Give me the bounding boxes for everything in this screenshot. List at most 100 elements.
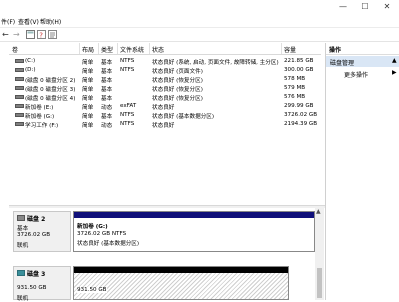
- volume-layout: 简单: [82, 60, 94, 66]
- table-row[interactable]: (磁盘 0 磁盘分区 4) 简单 基本 状态良好 (恢复分区) 576 MB: [9, 93, 321, 102]
- operations-panel: 操作 磁盘管理 ▲ 更多操作 ▶: [325, 43, 399, 300]
- volume-name: 学习工作 (F:): [25, 123, 59, 129]
- volume-icon: [15, 77, 24, 81]
- menu-view[interactable]: 查看(V): [18, 17, 39, 26]
- more-actions-link[interactable]: 更多操作: [344, 70, 368, 79]
- column-header-status[interactable]: 状态: [152, 45, 164, 54]
- disk-label[interactable]: 磁盘 3 931.50 GB 联机: [13, 266, 71, 302]
- volume-layout: 简单: [82, 69, 94, 75]
- volume-capacity: 221.85 GB: [284, 58, 314, 64]
- column-header-capacity[interactable]: 容量: [284, 45, 296, 54]
- volume-type: 基本: [101, 114, 113, 120]
- disk-size: 3726.02 GB: [17, 232, 51, 238]
- volume-layout: 简单: [82, 87, 94, 93]
- menu-help[interactable]: 帮助(H): [40, 17, 61, 26]
- table-row[interactable]: (磁盘 0 磁盘分区 3) 简单 基本 状态良好 (恢复分区) 579 MB: [9, 84, 321, 93]
- partition-size: 3726.02 GB NTFS: [77, 231, 127, 237]
- table-row[interactable]: 学习工作 (F:) 简单 动态 NTFS 状态良好 2194.39 GB: [9, 120, 321, 129]
- volume-name: (D:): [25, 67, 36, 73]
- vertical-scrollbar[interactable]: ▲: [315, 208, 324, 300]
- volume-type: 动态: [101, 105, 113, 111]
- volume-status: 状态良好 (恢复分区): [152, 78, 203, 84]
- volume-layout: 简单: [82, 78, 94, 84]
- volume-fs: NTFS: [120, 58, 135, 64]
- volume-status: 状态良好 (系统, 启动, 页面文件, 故障转储, 主分区): [152, 60, 279, 66]
- view-icon[interactable]: [26, 30, 35, 39]
- volume-icon: [15, 104, 24, 108]
- disk-state: 联机: [17, 296, 29, 302]
- column-header-type[interactable]: 类型: [101, 45, 113, 54]
- volume-capacity: 576 MB: [284, 94, 306, 100]
- column-header-layout[interactable]: 布局: [82, 45, 94, 54]
- volume-type: 基本: [101, 69, 113, 75]
- volume-fs: NTFS: [120, 112, 135, 118]
- table-row[interactable]: (磁盘 0 磁盘分区 2) 简单 基本 状态良好 (恢复分区) 578 MB: [9, 75, 321, 84]
- table-row[interactable]: 新加卷 (E:) 简单 动态 exFAT 状态良好 299.99 GB: [9, 102, 321, 111]
- table-row[interactable]: (C:) 简单 基本 NTFS 状态良好 (系统, 启动, 页面文件, 故障转储…: [9, 57, 321, 66]
- help-icon[interactable]: ?: [37, 30, 46, 40]
- operations-section[interactable]: 磁盘管理 ▲: [326, 56, 399, 67]
- chevron-right-icon: ▶: [392, 69, 397, 76]
- volume-fs: exFAT: [120, 103, 137, 109]
- volume-name: 新加卷 (G:): [25, 114, 55, 120]
- volume-type: 基本: [101, 96, 113, 102]
- column-header-volume[interactable]: 卷: [12, 45, 18, 54]
- disk-graphic-view: 磁盘 2 基本 3726.02 GB 联机 新加卷 (G:) 3726.02 G…: [9, 208, 325, 302]
- partition-name: 新加卷 (G:): [77, 224, 108, 230]
- partition-status: 状态良好 (基本数据分区): [77, 241, 140, 247]
- table-row[interactable]: (D:) 简单 基本 NTFS 状态良好 (页面文件) 300.00 GB: [9, 66, 321, 75]
- chevron-up-icon[interactable]: ▲: [392, 57, 397, 64]
- column-header-filesystem[interactable]: 文件系统: [120, 45, 144, 54]
- disk-state: 联机: [17, 243, 29, 249]
- volume-capacity: 578 MB: [284, 76, 306, 82]
- table-header: 卷 布局 类型 文件系统 状态 容量: [9, 43, 321, 55]
- volume-icon: [15, 86, 24, 90]
- disk-icon: [17, 270, 25, 276]
- volume-status: 状态良好: [152, 105, 175, 111]
- title-bar: — ☐ ✕: [0, 0, 399, 16]
- volume-capacity: 300.00 GB: [284, 67, 314, 73]
- volume-name: (C:): [25, 58, 36, 64]
- volume-fs: NTFS: [120, 67, 135, 73]
- back-icon[interactable]: ←: [2, 30, 11, 39]
- volume-layout: 简单: [82, 96, 94, 102]
- minimize-button[interactable]: —: [336, 2, 350, 12]
- disk-size: 931.50 GB: [17, 285, 47, 291]
- unallocated-size: 931.50 GB: [77, 287, 107, 293]
- forward-icon[interactable]: →: [13, 30, 22, 39]
- scroll-thumb[interactable]: [317, 268, 322, 298]
- volume-icon: [15, 95, 24, 99]
- volume-capacity: 299.99 GB: [284, 103, 314, 109]
- svg-text:?: ?: [39, 32, 43, 40]
- operations-title: 操作: [329, 47, 342, 54]
- unallocated-box[interactable]: 931.50 GB: [73, 266, 289, 300]
- close-button[interactable]: ✕: [380, 2, 394, 12]
- toolbar: ← → ?: [0, 28, 399, 42]
- disk-type: 基本: [17, 226, 29, 232]
- partition-box[interactable]: 新加卷 (G:) 3726.02 GB NTFS 状态良好 (基本数据分区): [73, 211, 315, 252]
- table-row[interactable]: 新加卷 (G:) 简单 基本 NTFS 状态良好 (基本数据分区) 3726.0…: [9, 111, 321, 120]
- operations-header: 操作: [326, 43, 399, 55]
- menu-file[interactable]: 件(F): [1, 17, 15, 26]
- volume-status: 状态良好: [152, 123, 175, 129]
- volume-icon: [15, 113, 24, 117]
- disk-label[interactable]: 磁盘 2 基本 3726.02 GB 联机: [13, 211, 71, 252]
- volume-fs: NTFS: [120, 121, 135, 127]
- volume-capacity: 579 MB: [284, 85, 306, 91]
- scroll-up-icon[interactable]: ▲: [316, 208, 321, 215]
- volume-type: 动态: [101, 123, 113, 129]
- volume-type: 基本: [101, 60, 113, 66]
- volume-capacity: 3726.02 GB: [284, 112, 318, 118]
- properties-icon[interactable]: [48, 30, 57, 39]
- disk-name: 磁盘 2: [27, 216, 46, 223]
- volume-type: 基本: [101, 87, 113, 93]
- maximize-button[interactable]: ☐: [358, 2, 372, 12]
- volume-status: 状态良好 (基本数据分区): [152, 114, 215, 120]
- volume-status: 状态良好 (恢复分区): [152, 96, 203, 102]
- volume-status: 状态良好 (恢复分区): [152, 87, 203, 93]
- disk-name: 磁盘 3: [27, 271, 46, 278]
- volume-layout: 简单: [82, 114, 94, 120]
- operations-section-label: 磁盘管理: [330, 60, 355, 67]
- volume-name: (磁盘 0 磁盘分区 3): [25, 87, 76, 93]
- volume-name: (磁盘 0 磁盘分区 4): [25, 96, 76, 102]
